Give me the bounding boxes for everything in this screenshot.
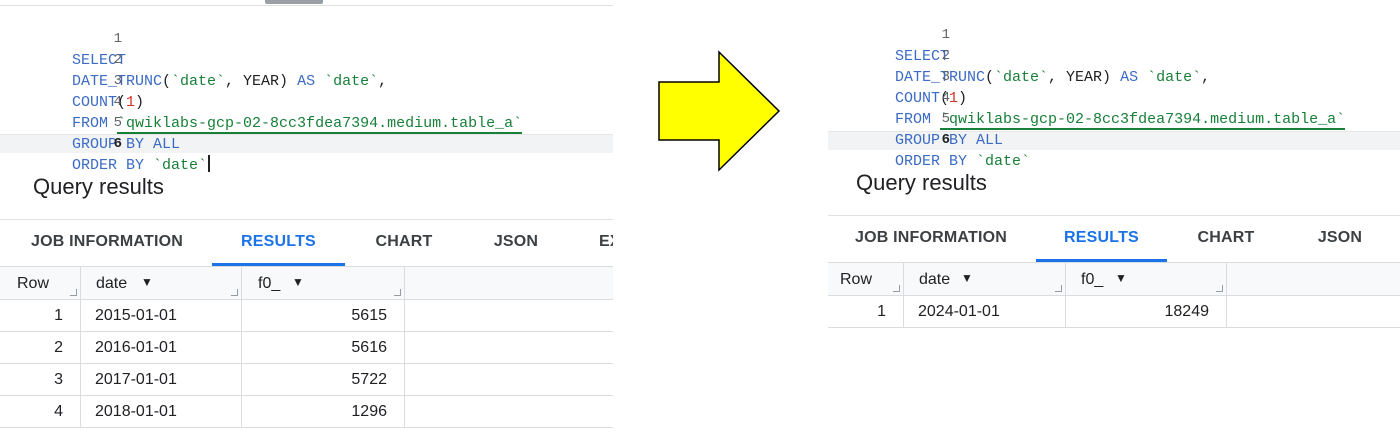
line-number: 6: [113, 136, 123, 152]
line-number: 4: [113, 94, 123, 110]
line-number: 3: [113, 73, 123, 89]
query-results-title: Query results: [33, 174, 164, 199]
row-number: 2: [0, 332, 81, 364]
code-line: 3 COUNT(1): [828, 46, 967, 107]
resize-handle-icon[interactable]: [893, 285, 900, 292]
line-number: 1: [113, 31, 123, 47]
query-results-title: Query results: [856, 170, 987, 195]
resize-handle-icon[interactable]: [1216, 285, 1223, 292]
tab-json[interactable]: JSON: [1300, 218, 1380, 262]
table-row[interactable]: 2 2016-01-01 5616: [0, 332, 613, 364]
cell-date: 2015-01-01: [81, 300, 242, 332]
cell-date: 2016-01-01: [81, 332, 242, 364]
tab-json[interactable]: JSON: [478, 222, 554, 266]
column-header-label: f0_: [1081, 271, 1104, 288]
text-cursor: [208, 155, 211, 172]
tab-job-information[interactable]: JOB INFORMATION: [20, 222, 194, 266]
tab-execution-details[interactable]: EX: [590, 222, 613, 266]
code-text: FROM `qwiklabs-gcp-02-8cc3fdea7394.mediu…: [72, 115, 523, 134]
cell-f0: 1296: [242, 396, 405, 428]
code-line: 6 ORDER BY `date`: [828, 109, 1030, 170]
resize-handle-icon[interactable]: [1055, 285, 1062, 292]
header-filler: [405, 266, 613, 300]
cell-date: 2017-01-01: [81, 364, 242, 396]
column-header-label: Row: [17, 275, 50, 292]
tab-chart[interactable]: CHART: [1184, 218, 1268, 262]
row-number: 1: [0, 300, 81, 332]
code-line: 2 DATE_TRUNC(`date`, YEAR) AS `date`,: [828, 25, 1210, 86]
caret-down-icon[interactable]: ▼: [961, 271, 973, 285]
right-arrow-icon: [658, 50, 781, 172]
cell-f0: 5722: [242, 364, 405, 396]
line-number: 1: [941, 27, 951, 43]
results-tabs: JOB INFORMATION RESULTS CHART JSON: [828, 218, 1400, 262]
table-row[interactable]: 1 2015-01-01 5615: [0, 300, 613, 332]
column-header-label: f0_: [258, 275, 281, 292]
cell-f0: 5616: [242, 332, 405, 364]
cell-date: 2024-01-01: [904, 296, 1066, 328]
tab-results[interactable]: RESULTS: [212, 222, 345, 266]
editor-tab-indicator: [265, 0, 323, 4]
line-number: 5: [941, 111, 951, 127]
tab-chart[interactable]: CHART: [360, 222, 448, 266]
sql-editor[interactable]: 1 SELECT 2 DATE_TRUNC(`date`, YEAR) AS `…: [828, 0, 1400, 170]
caret-down-icon[interactable]: ▼: [141, 275, 153, 289]
column-header-label: Row: [840, 271, 873, 288]
code-line: 4 FROM `qwiklabs-gcp-02-8cc3fdea7394.med…: [828, 67, 1346, 130]
caret-down-icon[interactable]: ▼: [292, 275, 304, 289]
caret-down-icon[interactable]: ▼: [1115, 271, 1127, 285]
header-filler: [1227, 262, 1400, 296]
code-lines: 1 SELECT 2 DATE_TRUNC(`date`, YEAR) AS `…: [828, 4, 1346, 170]
code-text: ORDER BY `date`: [72, 155, 211, 176]
cell-date: 2018-01-01: [81, 396, 242, 428]
right-screenshot: 1 SELECT 2 DATE_TRUNC(`date`, YEAR) AS `…: [828, 0, 1400, 440]
table-row[interactable]: 1 2024-01-01 18249: [828, 296, 1400, 328]
code-text: ORDER BY `date`: [895, 153, 1031, 170]
table-row[interactable]: 3 2017-01-01 5722: [0, 364, 613, 396]
column-header-row[interactable]: Row: [828, 262, 904, 296]
code-line: 5 GROUP BY ALL: [828, 88, 1003, 149]
resize-handle-icon[interactable]: [70, 289, 77, 296]
row-number: 4: [0, 396, 81, 428]
code-line: 5 GROUP BY ALL: [0, 92, 180, 153]
column-header-f0[interactable]: f0_ ▼: [1066, 262, 1227, 296]
row-number: 3: [0, 364, 81, 396]
table-row[interactable]: 4 2018-01-01 1296: [0, 396, 613, 428]
code-line: 1 SELECT: [828, 4, 950, 65]
column-header-f0[interactable]: f0_ ▼: [242, 266, 405, 300]
resize-handle-icon[interactable]: [394, 289, 401, 296]
column-header-date[interactable]: date ▼: [904, 262, 1066, 296]
results-tabs: JOB INFORMATION RESULTS CHART JSON EX: [0, 222, 613, 266]
divider: [0, 219, 613, 220]
column-header-date[interactable]: date ▼: [81, 266, 242, 300]
cell-f0: 18249: [1066, 296, 1227, 328]
code-line: 6 ORDER BY `date`: [0, 113, 211, 174]
code-line: 1 SELECT: [0, 8, 126, 69]
resize-handle-icon[interactable]: [231, 289, 238, 296]
code-line: 2 DATE_TRUNC(`date`, YEAR) AS `date`,: [0, 29, 387, 90]
code-line: 4 FROM `qwiklabs-gcp-02-8cc3fdea7394.med…: [0, 71, 523, 134]
column-header-label: date: [919, 271, 951, 288]
tab-job-information[interactable]: JOB INFORMATION: [844, 218, 1018, 262]
code-lines: 1 SELECT 2 DATE_TRUNC(`date`, YEAR) AS `…: [0, 8, 523, 174]
line-number: 4: [941, 90, 951, 106]
column-header-label: date: [96, 275, 128, 292]
line-number: 5: [113, 115, 123, 131]
sql-editor[interactable]: 1 SELECT 2 DATE_TRUNC(`date`, YEAR) AS `…: [0, 0, 613, 174]
cell-f0: 5615: [242, 300, 405, 332]
line-number: 2: [941, 48, 951, 64]
code-text: FROM `qwiklabs-gcp-02-8cc3fdea7394.mediu…: [895, 111, 1346, 130]
row-number: 1: [828, 296, 904, 328]
tab-results[interactable]: RESULTS: [1036, 218, 1167, 262]
code-line: 3 COUNT(1): [0, 50, 144, 111]
line-number: 6: [941, 132, 951, 148]
column-header-row[interactable]: Row: [0, 266, 81, 300]
divider: [828, 215, 1400, 216]
left-screenshot: 1 SELECT 2 DATE_TRUNC(`date`, YEAR) AS `…: [0, 0, 613, 440]
line-number: 2: [113, 52, 123, 68]
line-number: 3: [941, 69, 951, 85]
